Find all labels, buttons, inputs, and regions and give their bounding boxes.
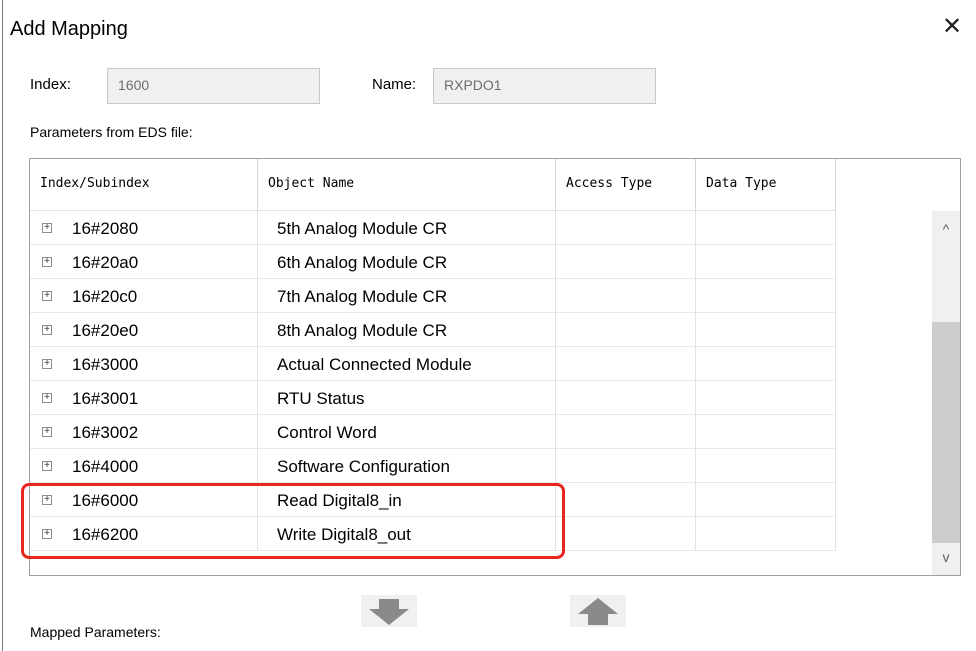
scrollbar-thumb[interactable]	[932, 322, 960, 543]
expand-icon[interactable]: +	[42, 393, 52, 403]
cell-data-type	[696, 449, 836, 483]
expand-icon[interactable]: +	[42, 461, 52, 471]
row-object-name: Actual Connected Module	[277, 355, 472, 374]
cell-index	[30, 211, 258, 245]
cell-data-type	[696, 211, 836, 245]
scroll-down-icon[interactable]: v	[932, 543, 960, 571]
expand-icon[interactable]: +	[42, 325, 52, 335]
row-object-name: Software Configuration	[277, 457, 450, 476]
table-row[interactable]: +16#6200 Write Digital8_out	[30, 517, 836, 551]
cell-access-type	[556, 347, 696, 381]
table-row[interactable]: +16#3002 Control Word	[30, 415, 836, 449]
move-up-button[interactable]	[570, 595, 626, 627]
table-row[interactable]: +16#20a0 6th Analog Module CR	[30, 245, 836, 279]
cell-data-type	[696, 279, 836, 313]
row-index: 16#20e0	[72, 321, 139, 340]
cell-access-type	[556, 279, 696, 313]
move-down-button[interactable]	[361, 595, 417, 627]
table-row[interactable]: +16#6000 Read Digital8_in	[30, 483, 836, 517]
cell-access-type	[556, 483, 696, 517]
row-object-name: Write Digital8_out	[277, 525, 411, 544]
expand-icon[interactable]: +	[42, 223, 52, 233]
cell-index	[30, 449, 258, 483]
cell-index	[30, 347, 258, 381]
cell-access-type	[556, 211, 696, 245]
row-index: 16#6000	[72, 491, 139, 510]
row-index: 16#20c0	[72, 287, 138, 306]
table-row[interactable]: +16#20c0 7th Analog Module CR	[30, 279, 836, 313]
column-header-object-name[interactable]: Object Name	[258, 159, 556, 211]
cell-data-type	[696, 381, 836, 415]
cell-index	[30, 381, 258, 415]
cell-access-type	[556, 245, 696, 279]
row-index: 16#4000	[72, 457, 139, 476]
cell-access-type	[556, 449, 696, 483]
expand-icon[interactable]: +	[42, 257, 52, 267]
table-row[interactable]: +16#20e0 8th Analog Module CR	[30, 313, 836, 347]
name-label: Name:	[372, 76, 417, 93]
name-field[interactable]: RXPDO1	[433, 68, 656, 104]
table-row[interactable]: +16#3001 RTU Status	[30, 381, 836, 415]
column-header-data-type[interactable]: Data Type	[696, 159, 836, 211]
cell-data-type	[696, 517, 836, 551]
cell-data-type	[696, 415, 836, 449]
row-index: 16#2080	[72, 219, 139, 238]
arrow-down-icon	[369, 599, 409, 625]
cell-access-type	[556, 313, 696, 347]
row-index: 16#3001	[72, 389, 139, 408]
dialog-title: Add Mapping	[10, 18, 128, 40]
row-object-name: RTU Status	[277, 389, 365, 408]
cell-access-type	[556, 381, 696, 415]
cell-access-type	[556, 517, 696, 551]
cell-index	[30, 415, 258, 449]
eds-parameter-list[interactable]: Index/Subindex Object Name Access Type D…	[29, 158, 961, 576]
expand-icon[interactable]: +	[42, 427, 52, 437]
cell-index	[30, 517, 258, 551]
index-field[interactable]: 1600	[107, 68, 320, 104]
row-index: 16#3000	[72, 355, 139, 374]
window-border	[2, 0, 3, 651]
expand-icon[interactable]: +	[42, 529, 52, 539]
row-object-name: 5th Analog Module CR	[277, 219, 448, 238]
close-icon[interactable]: ✕	[942, 15, 962, 39]
row-index: 16#3002	[72, 423, 139, 442]
arrow-up-icon	[578, 598, 618, 625]
table-row[interactable]: +16#4000 Software Configuration	[30, 449, 836, 483]
expand-icon[interactable]: +	[42, 291, 52, 301]
table-row[interactable]: +16#2080 5th Analog Module CR	[30, 211, 836, 245]
cell-data-type	[696, 245, 836, 279]
cell-data-type	[696, 313, 836, 347]
cell-index	[30, 483, 258, 517]
row-object-name: 8th Analog Module CR	[277, 321, 448, 340]
scroll-up-icon[interactable]: ^	[932, 215, 960, 243]
row-object-name: 7th Analog Module CR	[277, 287, 448, 306]
column-header-access-type[interactable]: Access Type	[556, 159, 696, 211]
row-index: 16#20a0	[72, 253, 139, 272]
table-row[interactable]: +16#3000 Actual Connected Module	[30, 347, 836, 381]
index-label: Index:	[30, 76, 71, 93]
cell-data-type	[696, 347, 836, 381]
row-object-name: 6th Analog Module CR	[277, 253, 448, 272]
row-object-name: Control Word	[277, 423, 377, 442]
eds-parameters-label: Parameters from EDS file:	[30, 124, 193, 140]
cell-data-type	[696, 483, 836, 517]
cell-index	[30, 245, 258, 279]
row-object-name: Read Digital8_in	[277, 491, 402, 510]
cell-access-type	[556, 415, 696, 449]
cell-index	[30, 313, 258, 347]
column-header-index[interactable]: Index/Subindex	[30, 159, 258, 211]
cell-index	[30, 279, 258, 313]
mapped-parameters-label: Mapped Parameters:	[30, 624, 161, 640]
expand-icon[interactable]: +	[42, 495, 52, 505]
row-index: 16#6200	[72, 525, 139, 544]
expand-icon[interactable]: +	[42, 359, 52, 369]
